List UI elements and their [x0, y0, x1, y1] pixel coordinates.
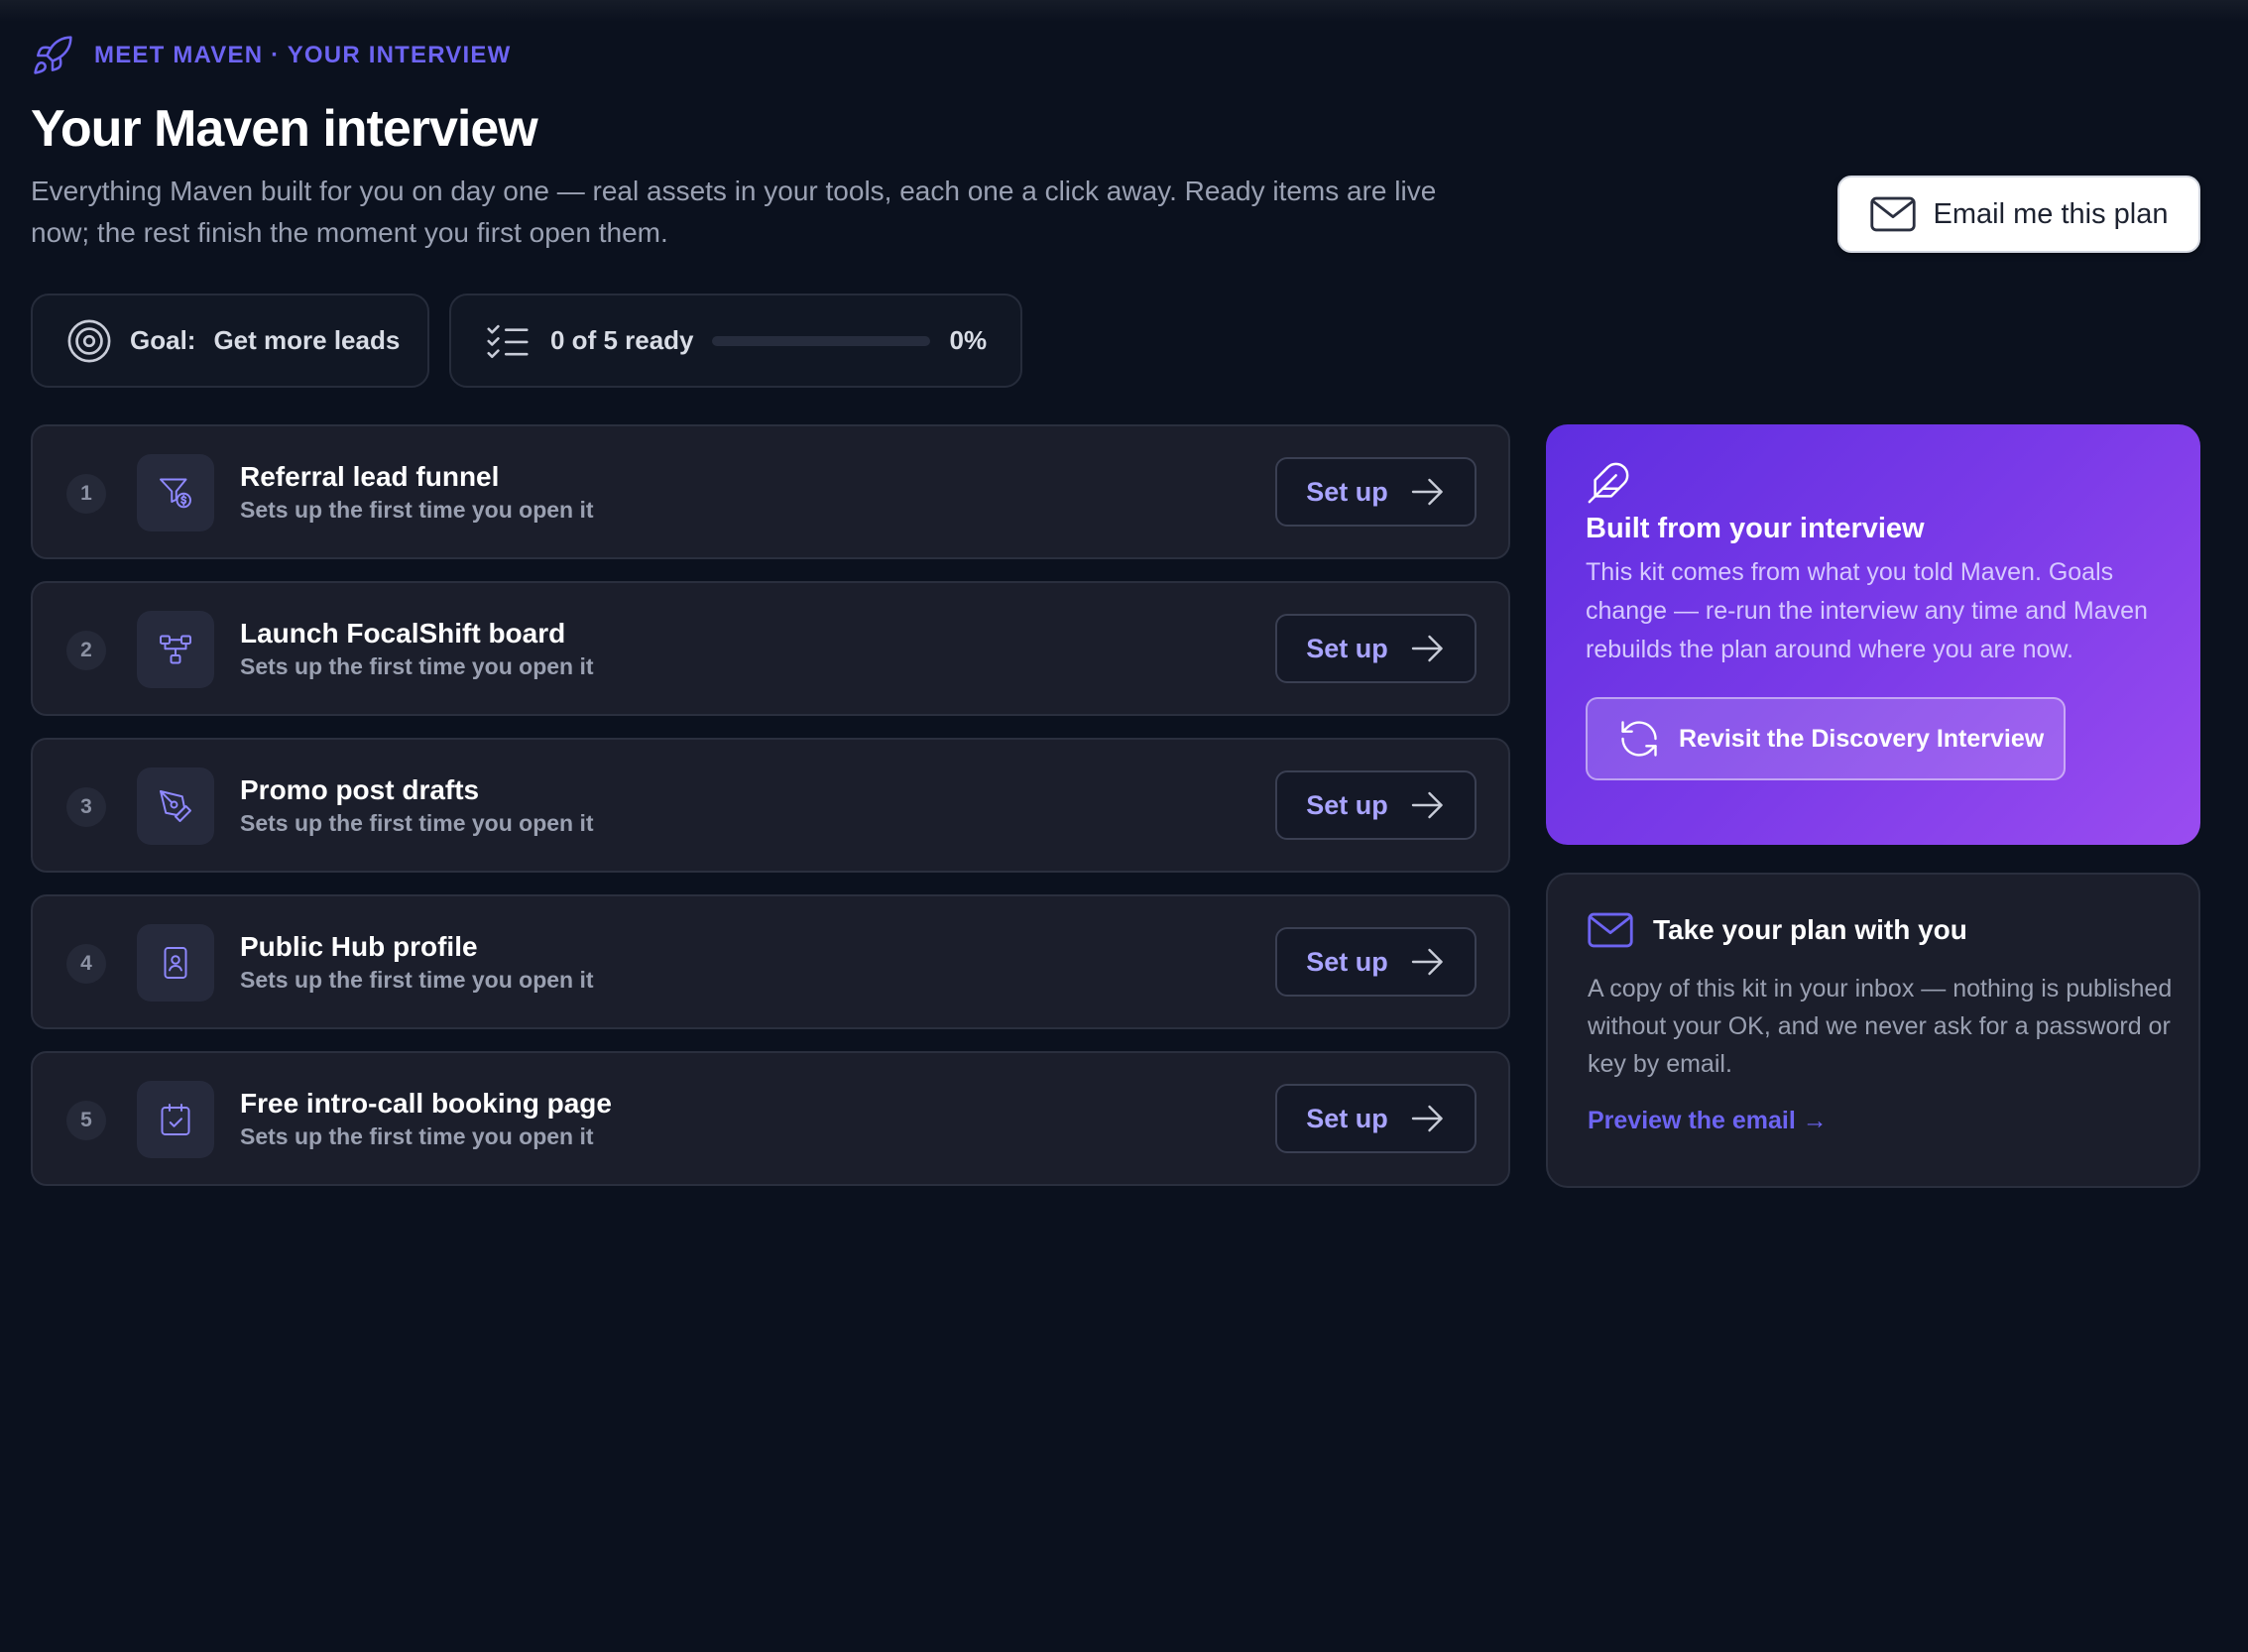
task-row: 2 Launch FocalShift board Sets up the fi… [31, 581, 1510, 716]
task-number: 4 [66, 944, 106, 984]
task-icon-tile [137, 767, 214, 845]
setup-label: Set up [1306, 789, 1388, 820]
task-number: 5 [66, 1101, 106, 1140]
setup-label: Set up [1306, 946, 1388, 977]
profile-badge-icon [164, 947, 187, 979]
revisit-interview-button[interactable]: Revisit the Discovery Interview [1586, 697, 2066, 780]
task-title: Public Hub profile [240, 931, 478, 962]
progress-bar [711, 335, 930, 346]
task-title: Free intro-call booking page [240, 1088, 612, 1119]
arrow-right-icon [1411, 791, 1443, 819]
setup-label: Set up [1306, 476, 1388, 507]
setup-button[interactable]: Set up [1275, 614, 1477, 683]
interview-card-title: Built from your interview [1586, 513, 1925, 544]
task-row: 3 Promo post drafts Sets up the first ti… [31, 738, 1510, 873]
interview-card-body: This kit comes from what you told Maven.… [1586, 558, 2148, 663]
arrow-right-icon [1411, 478, 1443, 506]
plan-card-body: A copy of this kit in your inbox — nothi… [1588, 975, 2173, 1078]
revisit-interview-label: Revisit the Discovery Interview [1679, 724, 2045, 753]
mail-icon [1869, 196, 1916, 232]
refresh-icon [1621, 721, 1657, 757]
pen-nib-icon [160, 790, 191, 822]
task-subtitle: Sets up the first time you open it [240, 967, 594, 993]
setup-button[interactable]: Set up [1275, 1084, 1477, 1153]
email-plan-label: Email me this plan [1933, 197, 2169, 230]
rocket-icon [34, 36, 72, 74]
funnel-dollar-icon [160, 478, 191, 509]
task-list: 1 Referral lead funnel Sets up the first… [31, 424, 1510, 1208]
page-title: Your Maven interview [31, 100, 538, 158]
setup-button[interactable]: Set up [1275, 927, 1477, 997]
progress-percent: 0% [949, 325, 988, 355]
task-icon-tile [137, 924, 214, 1002]
progress-pill: 0 of 5 ready 0% [449, 294, 1022, 388]
task-title: Promo post drafts [240, 774, 480, 805]
preview-email-link[interactable]: Preview the email → [1588, 1107, 1828, 1135]
progress-label: 0 of 5 ready [550, 325, 694, 355]
task-row: 4 Public Hub profile Sets up the first t… [31, 894, 1510, 1029]
interview-card: Built from your interview This kit comes… [1546, 424, 2200, 845]
plan-card: Take your plan with you A copy of this k… [1546, 873, 2200, 1188]
email-plan-button[interactable]: Email me this plan [1837, 176, 2200, 253]
task-row: 1 Referral lead funnel Sets up the first… [31, 424, 1510, 559]
mail-icon [1588, 912, 1633, 948]
task-title: Referral lead funnel [240, 461, 500, 492]
arrow-right-icon [1411, 948, 1443, 976]
task-subtitle: Sets up the first time you open it [240, 497, 594, 523]
goal-value: Get more leads [213, 325, 401, 355]
setup-button[interactable]: Set up [1275, 457, 1477, 527]
task-subtitle: Sets up the first time you open it [240, 653, 594, 679]
plan-card-header: Take your plan with you [1588, 912, 2159, 948]
plan-card-title: Take your plan with you [1653, 914, 1967, 945]
checklist-icon [487, 324, 529, 358]
task-icon-tile [137, 611, 214, 688]
task-subtitle: Sets up the first time you open it [240, 810, 594, 836]
goal-label: Goal: [130, 325, 196, 355]
setup-label: Set up [1306, 633, 1388, 663]
goal-pill: Goal: Get more leads [31, 294, 429, 388]
task-number: 1 [66, 474, 106, 514]
task-icon-tile [137, 454, 214, 531]
task-row: 5 Free intro-call booking page Sets up t… [31, 1051, 1510, 1186]
arrow-right-icon [1411, 635, 1443, 662]
task-subtitle: Sets up the first time you open it [240, 1123, 594, 1149]
page-subtitle: Everything Maven built for you on day on… [31, 176, 1437, 248]
task-number: 2 [66, 631, 106, 670]
task-title: Launch FocalShift board [240, 618, 566, 649]
feather-icon [1588, 462, 1629, 504]
eyebrow-text: MEET MAVEN · YOUR INTERVIEW [94, 42, 512, 68]
target-icon [67, 319, 111, 362]
eyebrow: MEET MAVEN · YOUR INTERVIEW [31, 36, 511, 75]
task-icon-tile [137, 1081, 214, 1158]
interview-page: MEET MAVEN · YOUR INTERVIEW Your Maven i… [31, 0, 2200, 1652]
setup-label: Set up [1306, 1103, 1388, 1133]
calendar-check-icon [161, 1104, 190, 1135]
setup-button[interactable]: Set up [1275, 770, 1477, 840]
task-number: 3 [66, 787, 106, 827]
arrow-right-icon [1411, 1105, 1443, 1132]
workflow-icon [160, 635, 191, 664]
